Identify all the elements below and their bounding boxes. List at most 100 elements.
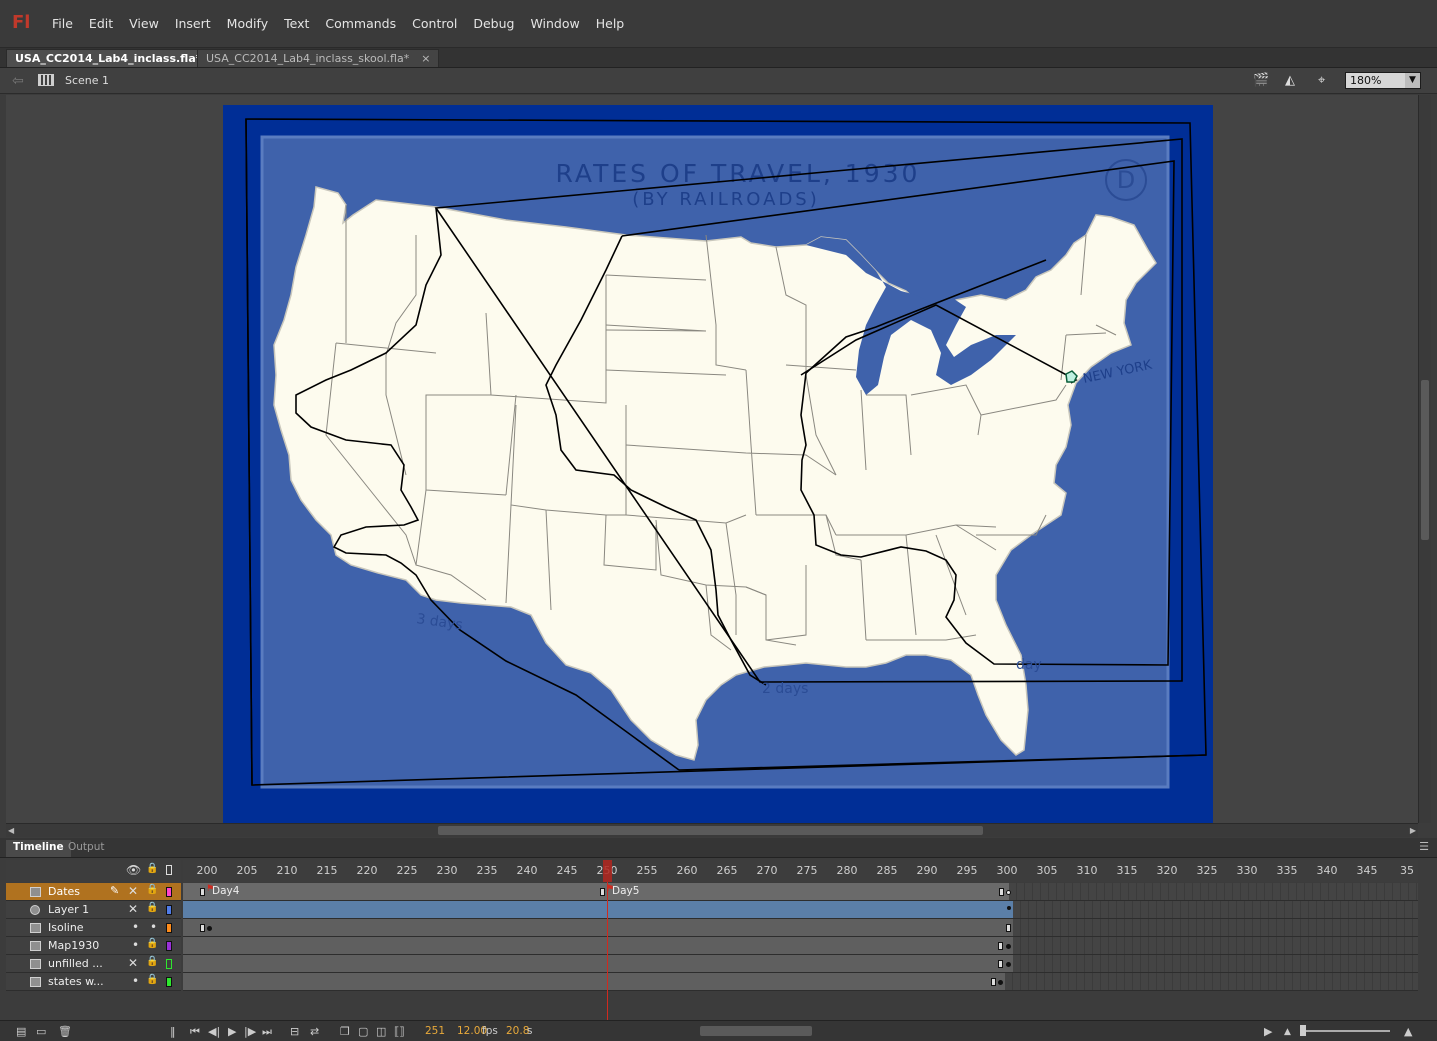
frame-span[interactable] [183, 883, 1009, 900]
frame-row-dates[interactable]: ⚑ Day4 ⚑ Day5 [183, 883, 1418, 901]
ruler-frame-number[interactable]: 245 [557, 864, 578, 877]
ruler-frame-number[interactable]: 335 [1277, 864, 1298, 877]
menu-view[interactable]: View [121, 16, 167, 31]
frame-ruler[interactable]: 2002052102152202252302352402452502552602… [183, 860, 1418, 882]
lock-icon[interactable]: 🔒 [146, 884, 158, 895]
lock-icon[interactable]: 🔒 [146, 974, 158, 985]
layer-row-dates[interactable]: Dates ✎ ✕ 🔒 [6, 883, 181, 901]
keyframe[interactable] [200, 888, 205, 896]
panel-menu-icon[interactable]: ☰ [1419, 840, 1429, 853]
ruler-frame-number[interactable]: 255 [637, 864, 658, 877]
frame-span[interactable] [183, 973, 1005, 990]
visible-dot-icon[interactable]: • [132, 920, 139, 934]
ruler-frame-number[interactable]: 35 [1400, 864, 1414, 877]
ruler-frame-number[interactable]: 315 [1117, 864, 1138, 877]
ruler-frame-number[interactable]: 210 [277, 864, 298, 877]
menu-commands[interactable]: Commands [317, 16, 404, 31]
keyframe[interactable] [991, 978, 996, 986]
keyframe-dot[interactable] [998, 980, 1003, 985]
ruler-frame-number[interactable]: 340 [1317, 864, 1338, 877]
zoom-in-icon[interactable]: ▲ [1404, 1025, 1412, 1038]
ruler-frame-number[interactable]: 300 [997, 864, 1018, 877]
layer-color-swatch[interactable] [166, 977, 172, 987]
ruler-frame-number[interactable]: 310 [1077, 864, 1098, 877]
current-frame[interactable]: 251 [425, 1025, 445, 1037]
ruler-frame-number[interactable]: 290 [917, 864, 938, 877]
delete-layer-icon[interactable]: 🗑 [58, 1025, 72, 1038]
frame-grid[interactable]: ⚑ Day4 ⚑ Day5 [183, 883, 1418, 991]
new-folder-icon[interactable]: ▭ [36, 1025, 46, 1038]
ruler-frame-number[interactable]: 220 [357, 864, 378, 877]
chevron-down-icon[interactable]: ▼ [1405, 73, 1420, 88]
ruler-frame-number[interactable]: 325 [1197, 864, 1218, 877]
frame-row-map1930[interactable] [183, 937, 1418, 955]
layer-color-swatch[interactable] [166, 887, 172, 897]
layer-color-swatch[interactable] [166, 941, 172, 951]
ruler-frame-number[interactable]: 275 [797, 864, 818, 877]
ruler-frame-number[interactable]: 280 [837, 864, 858, 877]
center-stage-icon[interactable]: ⌖ [1318, 73, 1325, 88]
center-frame-icon[interactable]: ⊟ [290, 1025, 299, 1038]
frame-row-unfilled[interactable] [183, 955, 1418, 973]
ruler-frame-number[interactable]: 295 [957, 864, 978, 877]
timeline-zoom-thumb[interactable] [1300, 1025, 1306, 1036]
edit-symbols-icon[interactable]: ◭ [1285, 73, 1295, 88]
onion-outlines-icon[interactable]: ▢ [358, 1025, 368, 1038]
ruler-frame-number[interactable]: 330 [1237, 864, 1258, 877]
visible-dot-icon[interactable]: • [132, 974, 139, 988]
scroll-left-icon[interactable]: ◀ [8, 826, 14, 835]
layer-name[interactable]: Map1930 [48, 939, 99, 952]
ruler-frame-number[interactable]: 205 [237, 864, 258, 877]
frame-row-isoline[interactable] [183, 919, 1418, 937]
ruler-frame-number[interactable]: 320 [1157, 864, 1178, 877]
keyframe-dot[interactable] [1006, 944, 1011, 949]
hidden-x-icon[interactable]: ✕ [128, 884, 138, 898]
ruler-frame-number[interactable]: 240 [517, 864, 538, 877]
ruler-frame-number[interactable]: 345 [1357, 864, 1378, 877]
empty-frames[interactable] [1013, 919, 1418, 936]
layer-row-isoline[interactable]: Isoline • • [6, 919, 181, 937]
layer-color-swatch[interactable] [166, 923, 172, 933]
ruler-frame-number[interactable]: 235 [477, 864, 498, 877]
layer-name[interactable]: Dates [48, 885, 80, 898]
back-arrow-icon[interactable]: ⇦ [12, 73, 24, 89]
empty-frames[interactable] [1013, 937, 1418, 954]
edit-scene-icon[interactable]: 🎬 [1253, 73, 1269, 88]
timeline-zoom-slider[interactable] [1300, 1030, 1390, 1032]
empty-frames[interactable] [1005, 973, 1418, 990]
menu-debug[interactable]: Debug [465, 16, 522, 31]
lock-icon[interactable]: 🔒 [146, 956, 158, 967]
scroll-right-icon[interactable]: ▶ [1264, 1025, 1272, 1038]
layer-color-swatch[interactable] [166, 905, 172, 915]
vertical-scrollbar[interactable] [1418, 95, 1431, 823]
zoom-out-icon[interactable]: ▲ [1284, 1027, 1291, 1037]
layer-name[interactable]: Isoline [48, 921, 84, 934]
keyframe-dot[interactable] [207, 926, 212, 931]
edit-multiple-frames-icon[interactable]: ◫ [376, 1025, 386, 1038]
go-last-frame-icon[interactable]: ⏭ [262, 1025, 272, 1039]
layer-row-unfilled[interactable]: unfilled ... ✕ 🔒 [6, 955, 181, 973]
timeline-hscroll-thumb[interactable] [700, 1026, 812, 1036]
playhead-line[interactable] [607, 882, 608, 1022]
frame-span[interactable] [183, 919, 1013, 936]
visible-dot-icon[interactable]: • [132, 938, 139, 952]
layer-row-map1930[interactable]: Map1930 • 🔒 [6, 937, 181, 955]
new-layer-icon[interactable]: ▤ [16, 1025, 26, 1038]
keyframe[interactable] [1006, 924, 1011, 932]
vertical-scroll-thumb[interactable] [1421, 380, 1429, 540]
ruler-frame-number[interactable]: 215 [317, 864, 338, 877]
horizontal-scrollbar[interactable]: ◀ ▶ [6, 823, 1418, 837]
keyframe[interactable] [998, 960, 1003, 968]
ruler-frame-number[interactable]: 260 [677, 864, 698, 877]
play-icon[interactable]: ▶ [228, 1025, 236, 1038]
loop-icon[interactable]: ⇄ [310, 1025, 319, 1038]
stage-canvas[interactable]: RATES OF TRAVEL, 1930 (BY RAILROADS) D N… [6, 95, 1418, 823]
menu-help[interactable]: Help [588, 16, 633, 31]
frame-span[interactable] [183, 955, 1013, 972]
menu-file[interactable]: File [44, 16, 81, 31]
layer-row-states[interactable]: states w... • 🔒 [6, 973, 181, 991]
stage-area[interactable]: RATES OF TRAVEL, 1930 (BY RAILROADS) D N… [6, 95, 1418, 823]
go-first-frame-icon[interactable]: ⏮ [190, 1025, 200, 1039]
scroll-right-icon[interactable]: ▶ [1410, 826, 1416, 835]
layer-row-layer1[interactable]: Layer 1 ✕ 🔒 [6, 901, 181, 919]
